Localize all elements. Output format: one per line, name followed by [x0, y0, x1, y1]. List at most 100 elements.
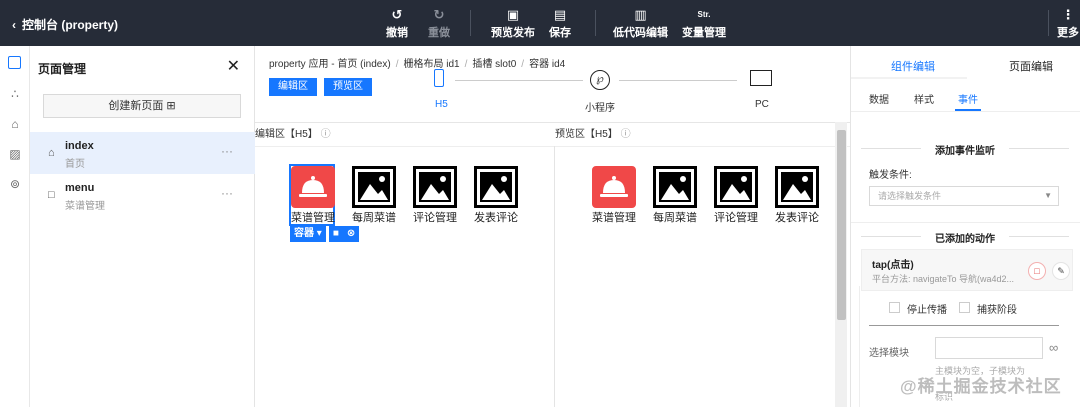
- action-card[interactable]: tap(点击) 平台方法: navigateTo 导航(wa4d2... □ ✎: [861, 249, 1073, 291]
- share-nodes-icon[interactable]: ∴: [7, 86, 23, 102]
- tab-component-edit[interactable]: 组件编辑: [891, 58, 935, 74]
- added-actions-section-title: 已添加的动作: [861, 230, 1069, 245]
- trigger-label: 触发条件:: [869, 170, 912, 181]
- tile-recipe-manage[interactable]: 菜谱管理: [291, 166, 335, 225]
- variable-manage-button[interactable]: Str. 变量管理: [682, 6, 726, 40]
- area-split-divider: [554, 146, 555, 407]
- breadcrumb-item[interactable]: property 应用 - 首页 (index): [269, 59, 391, 70]
- divider: [255, 146, 850, 147]
- page-management-panel: 页面管理 ✕ 创建新页面 ⊞ ⌂ index 首页 ··· □ menu 菜谱管…: [30, 46, 255, 407]
- settings-circle-icon[interactable]: ⊚: [7, 176, 23, 192]
- tile-comment-manage[interactable]: 评论管理: [413, 166, 457, 225]
- redo-label: 重做: [428, 27, 450, 39]
- tile-post-comment[interactable]: 发表评论: [474, 166, 518, 225]
- tile-label: 评论管理: [714, 212, 758, 224]
- tile-label: 评论管理: [413, 212, 457, 224]
- image-icon[interactable]: ▨: [7, 146, 23, 162]
- delete-circle-icon[interactable]: ⊗: [342, 226, 360, 242]
- cloche-icon: [291, 166, 335, 208]
- save-button[interactable]: ▤ 保存: [549, 6, 571, 40]
- miniprogram-icon[interactable]: ℘: [590, 70, 610, 90]
- pages-icon[interactable]: [8, 56, 21, 69]
- back-to-console[interactable]: ‹ 控制台 (property): [12, 16, 118, 33]
- breadcrumb-item[interactable]: 容器 id4: [529, 59, 565, 70]
- image-placeholder-icon: [714, 166, 758, 208]
- tile-label: 每周菜谱: [653, 212, 697, 224]
- lowcode-label: 低代码编辑: [613, 27, 668, 39]
- file-icon: □: [48, 189, 55, 201]
- delete-icon[interactable]: □: [1028, 262, 1046, 280]
- more-horizontal-icon[interactable]: ···: [221, 186, 233, 200]
- copy-icon[interactable]: ■: [328, 226, 343, 242]
- subtab-event[interactable]: 事件: [958, 91, 978, 106]
- mobile-icon[interactable]: [434, 69, 444, 87]
- redo-button[interactable]: ↻ 重做: [428, 6, 450, 40]
- page-name: index: [65, 140, 94, 152]
- preview-area-title: 预览区【H5】 ⓘ: [555, 125, 631, 140]
- more-vertical-icon: ⋮: [1061, 7, 1075, 22]
- caret-down-icon: ▼: [1044, 191, 1052, 200]
- preview-area-title-text: 预览区【H5】: [555, 129, 618, 140]
- breadcrumb: property 应用 - 首页 (index) / 栅格布局 id1/插槽 slo…: [269, 59, 566, 70]
- lowcode-edit-button[interactable]: ▥ 低代码编辑: [613, 6, 668, 40]
- cloche-icon: [592, 166, 636, 208]
- divider: [255, 122, 850, 123]
- toolbar-divider: [1048, 10, 1049, 36]
- preview-tile-recipe-manage[interactable]: 菜谱管理: [592, 166, 636, 225]
- subtab-style[interactable]: 样式: [914, 91, 934, 106]
- edit-mode-button[interactable]: 编辑区: [269, 78, 317, 96]
- preview-tile-weekly-recipe[interactable]: 每周菜谱: [653, 166, 697, 225]
- document-icon: ▥: [634, 7, 647, 22]
- edit-icon[interactable]: ✎: [1052, 262, 1070, 280]
- more-horizontal-icon[interactable]: ···: [221, 144, 233, 158]
- more-button[interactable]: ⋮ 更多: [1057, 6, 1079, 40]
- close-icon[interactable]: ✕: [227, 56, 240, 76]
- panel-title: 页面管理: [38, 62, 87, 76]
- home-icon: ⌂: [48, 147, 55, 159]
- device-label-h5[interactable]: H5: [435, 99, 448, 110]
- image-placeholder-icon: [413, 166, 457, 208]
- watermark: @稀土掘金技术社区: [900, 377, 1062, 396]
- tile-weekly-recipe[interactable]: 每周菜谱: [352, 166, 396, 225]
- chevron-left-icon: ‹: [12, 17, 16, 32]
- stop-propagation-checkbox[interactable]: [889, 302, 900, 313]
- page-item-index[interactable]: ⌂ index 首页 ···: [30, 132, 255, 174]
- device-label-pc[interactable]: PC: [755, 99, 769, 110]
- save-label: 保存: [549, 27, 571, 39]
- tile-label: 菜谱管理: [291, 212, 335, 224]
- capture-phase-checkbox[interactable]: [959, 302, 970, 313]
- container-tag-label: 容器: [294, 228, 314, 239]
- device-label-miniprogram[interactable]: 小程序: [585, 99, 615, 114]
- subtab-data[interactable]: 数据: [869, 91, 889, 106]
- desktop-icon[interactable]: [750, 70, 772, 86]
- container-tag[interactable]: 容器 ▾: [290, 226, 326, 242]
- module-input[interactable]: [935, 337, 1043, 359]
- undo-button[interactable]: ↺ 撤销: [386, 6, 408, 40]
- trigger-select[interactable]: 请选择触发条件 ▼: [869, 186, 1059, 206]
- trigger-placeholder: 请选择触发条件: [878, 191, 942, 201]
- preview-tile-comment-manage[interactable]: 评论管理: [714, 166, 758, 225]
- link-icon[interactable]: ∞: [1049, 340, 1058, 355]
- top-toolbar: ‹ 控制台 (property) ↺ 撤销 ↻ 重做 ▣ 预览发布 ▤ 保存 ▥…: [0, 0, 1080, 46]
- scrollbar-thumb[interactable]: [837, 130, 846, 320]
- toolbar-divider: [470, 10, 471, 36]
- edit-area-title: 编辑区【H5】 ⓘ: [255, 125, 331, 140]
- component-toolbar: 容器 ▾ ■ ⊗: [290, 226, 360, 242]
- undo-icon: ↺: [391, 7, 403, 22]
- preview-tile-post-comment[interactable]: 发表评论: [775, 166, 819, 225]
- breadcrumb-item[interactable]: 栅格布局 id1: [403, 59, 459, 70]
- app-title: 控制台 (property): [22, 18, 119, 32]
- create-page-button[interactable]: 创建新页面 ⊞: [43, 94, 241, 118]
- preview-mode-button[interactable]: 预览区: [324, 78, 372, 96]
- page-subtitle: 首页: [65, 159, 85, 170]
- breadcrumb-item[interactable]: 插槽 slot0: [472, 59, 516, 70]
- components-icon[interactable]: ⌂: [7, 116, 23, 132]
- image-placeholder-icon: [653, 166, 697, 208]
- canvas-area: property 应用 - 首页 (index) / 栅格布局 id1/插槽 slo…: [255, 46, 850, 407]
- page-item-menu[interactable]: □ menu 菜谱管理 ···: [30, 174, 255, 216]
- add-listener-section-title: 添加事件监听: [861, 142, 1069, 157]
- caret-down-icon: ▾: [316, 228, 322, 239]
- more-label: 更多: [1057, 27, 1079, 39]
- preview-publish-button[interactable]: ▣ 预览发布: [491, 6, 535, 40]
- tab-page-edit[interactable]: 页面编辑: [1009, 58, 1053, 74]
